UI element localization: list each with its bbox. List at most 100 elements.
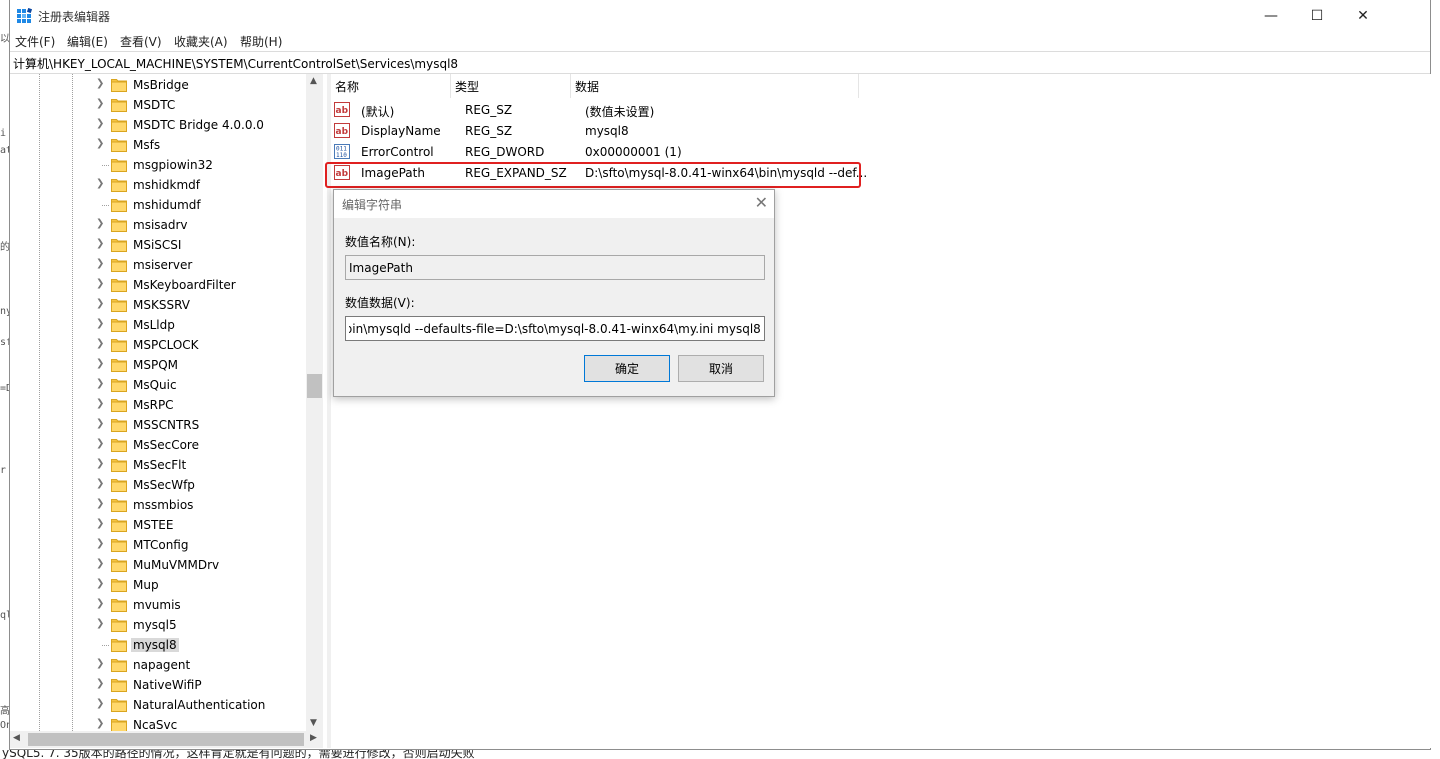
chevron-right-icon[interactable]: ❯	[96, 398, 108, 412]
tree-scroll-thumb[interactable]	[307, 374, 322, 398]
chevron-right-icon[interactable]: ❯	[96, 358, 108, 372]
chevron-right-icon[interactable]: ❯	[96, 678, 108, 692]
chevron-right-icon[interactable]: ❯	[96, 498, 108, 512]
ok-button[interactable]: 确定	[584, 355, 670, 382]
cancel-button[interactable]: 取消	[678, 355, 764, 382]
tree-item[interactable]: ❯ MTConfig	[10, 535, 306, 555]
chevron-right-icon[interactable]: ❯	[96, 718, 108, 731]
tree-item[interactable]: ❯ MSKSSRV	[10, 295, 306, 315]
imagepath-highlight-box	[325, 162, 861, 188]
address-bar[interactable]: 计算机\HKEY_LOCAL_MACHINE\SYSTEM\CurrentCon…	[10, 51, 1430, 74]
menu-file[interactable]: 文件(F)	[15, 33, 55, 50]
title-bar[interactable]: 注册表编辑器 — ☐ ✕	[10, 0, 1430, 31]
chevron-right-icon[interactable]: ❯	[96, 658, 108, 672]
minimize-button[interactable]: —	[1248, 0, 1294, 31]
tree-item[interactable]: ❯ NcaSvc	[10, 715, 306, 731]
chevron-right-icon[interactable]: ❯	[96, 578, 108, 592]
scroll-down-arrow-icon[interactable]: ▼	[310, 718, 317, 728]
value-row[interactable]: ab (默认) REG_SZ (数值未设置)	[331, 99, 871, 120]
tree-item[interactable]: ❯ MsSecCore	[10, 435, 306, 455]
tree-item[interactable]: ❯ MsSecWfp	[10, 475, 306, 495]
chevron-right-icon[interactable]: ❯	[96, 98, 108, 112]
tree-item[interactable]: ❯ MSDTC	[10, 95, 306, 115]
chevron-right-icon[interactable]: ❯	[96, 278, 108, 292]
tree-item-label: msisadrv	[133, 218, 188, 232]
address-path[interactable]: 计算机\HKEY_LOCAL_MACHINE\SYSTEM\CurrentCon…	[13, 55, 458, 72]
key-tree-pane[interactable]: ❯ MsBridge ❯ MSDTC ❯ MSDTC Bridge 4.0.0.0 ❯ Msf…	[10, 74, 327, 731]
menu-edit[interactable]: 编辑(E)	[67, 33, 108, 50]
column-header-type[interactable]: 类型	[451, 74, 571, 98]
tree-item[interactable]: ❯ mysql5	[10, 615, 306, 635]
chevron-right-icon[interactable]: ❯	[96, 298, 108, 312]
chevron-right-icon[interactable]: ❯	[96, 698, 108, 712]
chevron-right-icon[interactable]: ❯	[96, 238, 108, 252]
chevron-right-icon[interactable]: ❯	[96, 438, 108, 452]
column-header-data[interactable]: 数据	[571, 74, 859, 98]
tree-item[interactable]: ❯ mssmbios	[10, 495, 306, 515]
chevron-right-icon[interactable]: ❯	[96, 418, 108, 432]
tree-item[interactable]: ❯ MsQuic	[10, 375, 306, 395]
folder-icon	[111, 399, 127, 412]
tree-item[interactable]: ❯ MSSCNTRS	[10, 415, 306, 435]
h-scroll-thumb[interactable]	[28, 733, 304, 746]
value-data-field[interactable]	[345, 316, 765, 341]
value-name-field[interactable]	[345, 255, 765, 280]
chevron-right-icon[interactable]: ❯	[96, 538, 108, 552]
chevron-right-icon[interactable]: ❯	[96, 458, 108, 472]
menu-view[interactable]: 查看(V)	[120, 33, 162, 50]
chevron-right-icon[interactable]: ❯	[96, 478, 108, 492]
chevron-right-icon[interactable]: ❯	[96, 318, 108, 332]
menu-help[interactable]: 帮助(H)	[240, 33, 282, 50]
tree-item[interactable]: ❯ MsBridge	[10, 75, 306, 95]
column-header-name[interactable]: 名称	[331, 74, 451, 98]
tree-item[interactable]: ❯ msisadrv	[10, 215, 306, 235]
tree-item[interactable]: ❯ msiserver	[10, 255, 306, 275]
tree-item[interactable]: ❯ MSiSCSI	[10, 235, 306, 255]
close-button[interactable]: ✕	[1340, 0, 1386, 31]
tree-item[interactable]: ❯ MsKeyboardFilter	[10, 275, 306, 295]
chevron-right-icon[interactable]: ❯	[96, 78, 108, 92]
tree-item[interactable]: ❯ MsSecFlt	[10, 455, 306, 475]
tree-item[interactable]: ❯ MSPQM	[10, 355, 306, 375]
tree-vertical-scrollbar[interactable]: ▲ ▼	[306, 74, 323, 733]
tree-item[interactable]: ❯ NativeWifiP	[10, 675, 306, 695]
chevron-right-icon[interactable]: ❯	[96, 338, 108, 352]
chevron-right-icon[interactable]: ❯	[96, 178, 108, 192]
folder-icon	[111, 339, 127, 352]
folder-icon	[111, 199, 127, 212]
scroll-left-arrow-icon[interactable]: ◀	[13, 733, 20, 743]
tree-item[interactable]: msgpiowin32	[10, 155, 306, 175]
scroll-up-arrow-icon[interactable]: ▲	[310, 76, 317, 86]
menu-favorites[interactable]: 收藏夹(A)	[174, 33, 228, 50]
chevron-right-icon[interactable]: ❯	[96, 118, 108, 132]
tree-item[interactable]: ❯ MSTEE	[10, 515, 306, 535]
tree-item[interactable]: mshidumdf	[10, 195, 306, 215]
dialog-title-bar[interactable]: 编辑字符串 ✕	[334, 190, 774, 218]
chevron-right-icon[interactable]: ❯	[96, 558, 108, 572]
tree-item[interactable]: ❯ mvumis	[10, 595, 306, 615]
dialog-close-icon[interactable]: ✕	[755, 193, 768, 212]
chevron-right-icon[interactable]: ❯	[96, 598, 108, 612]
chevron-right-icon[interactable]: ❯	[96, 618, 108, 632]
tree-horizontal-scrollbar[interactable]: ◀ ▶	[10, 731, 323, 748]
tree-item[interactable]: ❯ MuMuVMMDrv	[10, 555, 306, 575]
scroll-right-arrow-icon[interactable]: ▶	[310, 733, 317, 743]
value-row[interactable]: 011 110 ErrorControl REG_DWORD 0x00000001 (1…	[331, 141, 871, 162]
tree-item[interactable]: ❯ mshidkmdf	[10, 175, 306, 195]
chevron-right-icon[interactable]: ❯	[96, 218, 108, 232]
chevron-right-icon[interactable]: ❯	[96, 138, 108, 152]
tree-item[interactable]: mysql8	[10, 635, 306, 655]
chevron-right-icon[interactable]: ❯	[96, 378, 108, 392]
maximize-button[interactable]: ☐	[1294, 0, 1340, 31]
tree-item[interactable]: ❯ MsLldp	[10, 315, 306, 335]
tree-item[interactable]: ❯ Msfs	[10, 135, 306, 155]
chevron-right-icon[interactable]: ❯	[96, 518, 108, 532]
chevron-right-icon[interactable]: ❯	[96, 258, 108, 272]
tree-item[interactable]: ❯ MSDTC Bridge 4.0.0.0	[10, 115, 306, 135]
tree-item[interactable]: ❯ MsRPC	[10, 395, 306, 415]
tree-item[interactable]: ❯ napagent	[10, 655, 306, 675]
tree-item[interactable]: ❯ NaturalAuthentication	[10, 695, 306, 715]
tree-item[interactable]: ❯ Mup	[10, 575, 306, 595]
value-row[interactable]: ab DisplayName REG_SZ mysql8	[331, 120, 871, 141]
tree-item[interactable]: ❯ MSPCLOCK	[10, 335, 306, 355]
